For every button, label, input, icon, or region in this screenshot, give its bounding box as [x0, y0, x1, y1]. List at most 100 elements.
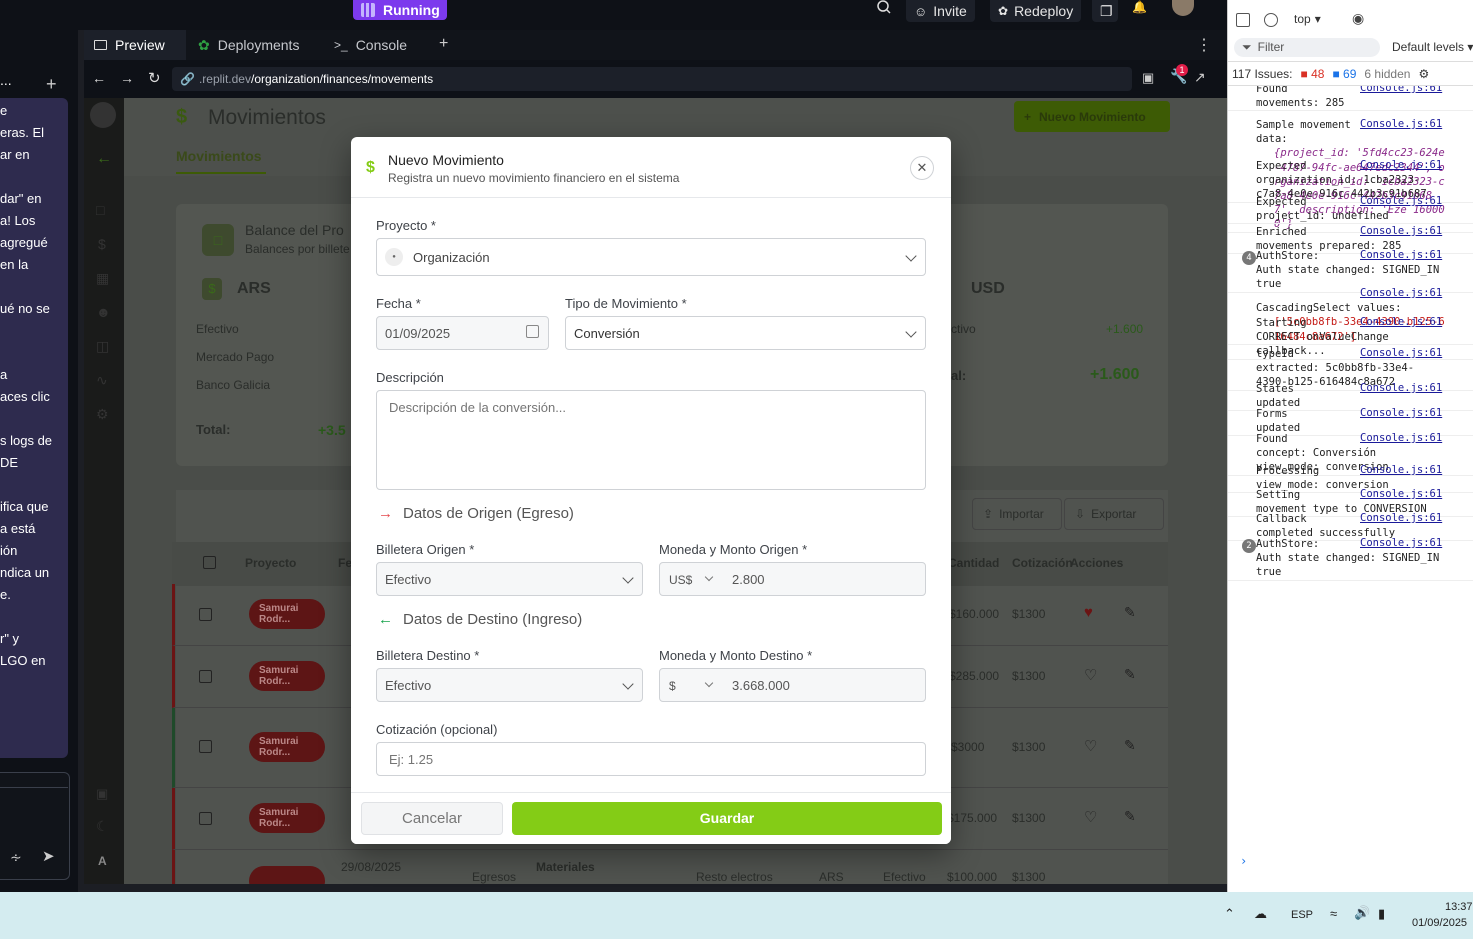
source-link[interactable]: Console.js:61 — [1360, 488, 1442, 500]
heart-outline-icon[interactable]: ♡ — [1084, 737, 1097, 755]
open-external-icon[interactable]: ↗ — [1194, 69, 1206, 86]
dollar-icon[interactable]: $ — [98, 236, 106, 252]
row-checkbox[interactable] — [199, 740, 212, 753]
filter-input[interactable]: ⏷ Filter — [1234, 38, 1380, 57]
sidebar-toggle-icon[interactable] — [1236, 13, 1250, 27]
folder-icon[interactable]: □ — [96, 202, 104, 218]
source-link[interactable]: Console.js:61 — [1360, 287, 1442, 299]
date-field[interactable]: 01/09/2025 — [376, 316, 549, 350]
close-icon[interactable]: ✕ — [910, 156, 934, 180]
source-link[interactable]: Console.js:61 — [1360, 118, 1442, 130]
row-checkbox[interactable] — [199, 608, 212, 621]
heart-icon[interactable]: ♥ — [1084, 604, 1093, 621]
layout-icon[interactable]: ▣ — [96, 786, 108, 802]
wifi-icon[interactable]: ≈ — [1330, 906, 1337, 921]
column-header[interactable]: Cotización — [1012, 556, 1073, 570]
heart-outline-icon[interactable]: ♡ — [1084, 666, 1097, 684]
console-entry[interactable]: Found movements: 285 Console.js:61 — [1228, 86, 1473, 112]
clear-console-icon[interactable] — [1264, 13, 1278, 27]
redeploy-button[interactable]: ✿ Redeploy — [990, 0, 1082, 22]
source-link[interactable]: Console.js:61 — [1360, 347, 1442, 359]
destination-currency-select[interactable]: $ — [660, 669, 722, 701]
language-indicator[interactable]: ESP — [1291, 909, 1313, 921]
movement-type-select[interactable]: Conversión — [565, 316, 926, 350]
source-link[interactable]: Console.js:61 — [1360, 225, 1442, 237]
destination-amount-input[interactable]: 3.668.000 — [732, 678, 790, 693]
volume-icon[interactable]: 🔊 — [1354, 905, 1370, 921]
back-arrow-icon[interactable]: ← — [96, 150, 112, 168]
search-icon[interactable] — [876, 0, 892, 19]
activity-icon[interactable]: ∿ — [96, 372, 108, 389]
edit-icon[interactable]: ✎ — [1124, 737, 1136, 754]
edit-icon[interactable]: ✎ — [1124, 666, 1136, 683]
column-header[interactable]: Proyecto — [245, 556, 296, 570]
url-field[interactable]: 🔗 .replit.dev/organization/finances/move… — [172, 67, 1132, 91]
users-icon[interactable]: ☻ — [96, 304, 111, 320]
source-link[interactable]: Console.js:61 — [1360, 432, 1442, 444]
origin-amount-input[interactable]: 2.800 — [732, 572, 765, 587]
run-status-button[interactable]: Running — [353, 0, 447, 20]
console-entry[interactable]: 2 AuthStore: Auth state changed: SIGNED_IN… — [1228, 537, 1473, 581]
calendar-icon[interactable]: ▦ — [96, 270, 109, 287]
row-checkbox[interactable] — [199, 812, 212, 825]
tab-preview[interactable]: Preview — [84, 30, 186, 60]
import-button[interactable]: ⇪ Importar — [972, 498, 1062, 530]
exchange-rate-input[interactable] — [376, 742, 926, 776]
column-header[interactable]: Acciones — [1070, 556, 1123, 570]
context-select[interactable]: top ▾ — [1294, 12, 1321, 26]
gear-icon[interactable]: ⚙ — [1418, 67, 1429, 81]
cancel-button[interactable]: Cancelar — [361, 802, 503, 835]
battery-icon[interactable]: ▮ — [1378, 906, 1385, 922]
description-textarea[interactable] — [376, 390, 926, 490]
gear-icon[interactable]: ⚙ — [96, 406, 109, 423]
settings-sliders-icon[interactable]: ∻ — [10, 849, 22, 866]
account-icon[interactable]: A — [98, 854, 107, 868]
origin-currency-select[interactable]: US$ — [660, 563, 722, 595]
cloud-icon[interactable]: ☁ — [1254, 906, 1267, 922]
devtools-icon[interactable]: ▣ — [1142, 70, 1154, 86]
bell-icon[interactable]: 🔔 — [1132, 0, 1147, 14]
issues-bar[interactable]: 117 Issues: ■ 48 ■ 69 6 hidden ⚙ — [1228, 62, 1473, 86]
chat-input[interactable]: ∻ ➤ — [0, 772, 70, 880]
destination-wallet-select[interactable]: Efectivo — [376, 668, 643, 702]
edit-icon[interactable]: ✎ — [1124, 808, 1136, 825]
source-link[interactable]: Console.js:61 — [1360, 249, 1442, 261]
reload-icon[interactable]: ↻ — [148, 69, 161, 87]
column-header[interactable]: Fe — [338, 556, 352, 570]
source-link[interactable]: Console.js:61 — [1360, 195, 1442, 207]
multiplayer-icon[interactable]: ❐ — [1092, 0, 1118, 22]
source-link[interactable]: Console.js:61 — [1360, 537, 1442, 549]
org-avatar[interactable] — [90, 102, 116, 128]
source-link[interactable]: Console.js:61 — [1360, 407, 1442, 419]
source-link[interactable]: Console.js:61 — [1360, 464, 1442, 476]
source-link[interactable]: Console.js:61 — [1360, 316, 1442, 328]
back-icon[interactable]: ← — [92, 70, 106, 86]
source-link[interactable]: Console.js:61 — [1360, 512, 1442, 524]
heart-outline-icon[interactable]: ♡ — [1084, 808, 1097, 826]
clock-time[interactable]: 13:37 — [1445, 901, 1473, 913]
console-prompt[interactable]: › — [1240, 854, 1247, 868]
new-movement-button[interactable]: + Nuevo Movimiento — [1014, 101, 1170, 132]
source-link[interactable]: Console.js:61 — [1360, 382, 1442, 394]
add-tab-icon[interactable]: + — [439, 35, 448, 53]
eye-icon[interactable]: ◉ — [1352, 10, 1364, 27]
select-all-checkbox[interactable] — [203, 556, 216, 569]
edit-icon[interactable]: ✎ — [1124, 604, 1136, 621]
row-checkbox[interactable] — [199, 670, 212, 683]
tab-deployments[interactable]: ✿ Deployments — [188, 30, 324, 60]
source-link[interactable]: Console.js:61 — [1360, 86, 1442, 94]
calendar-icon[interactable] — [526, 325, 539, 338]
origin-wallet-select[interactable]: Efectivo — [376, 562, 643, 596]
tab-console[interactable]: >_ Console — [324, 30, 436, 60]
save-button[interactable]: Guardar — [512, 802, 942, 835]
new-chat-icon[interactable]: + — [46, 74, 57, 95]
clock-date[interactable]: 01/09/2025 — [1412, 917, 1467, 929]
invite-button[interactable]: ☺ Invite — [906, 0, 975, 22]
forward-icon[interactable]: → — [120, 70, 134, 86]
source-link[interactable]: Console.js:61 — [1360, 159, 1442, 171]
chevron-up-icon[interactable]: ⌃ — [1224, 906, 1235, 922]
table-row[interactable]: 29/08/2025 Egresos Materiales Resto elec… — [172, 850, 1168, 884]
send-icon[interactable]: ➤ — [42, 847, 55, 865]
tab-movimientos[interactable]: Movimientos — [176, 148, 262, 164]
console-entry[interactable]: Expected project_id: undefined Console.js:… — [1228, 195, 1473, 225]
